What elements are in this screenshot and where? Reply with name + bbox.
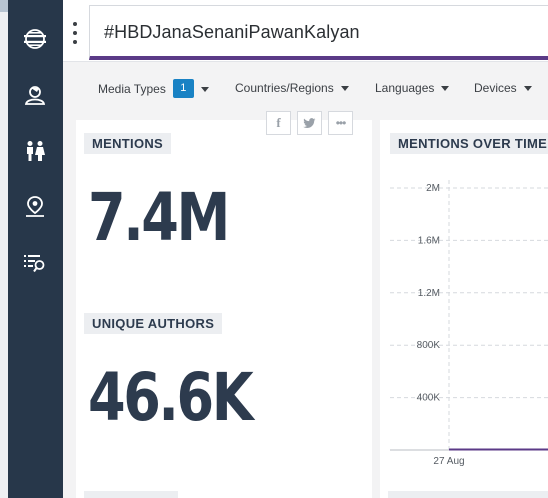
filter-bar: Media Types 1 Countries/Regions Language… xyxy=(63,63,548,113)
y-tick-label: 400K xyxy=(417,393,441,404)
more-share-button[interactable]: ••• xyxy=(328,111,353,135)
edge-notch xyxy=(0,0,8,12)
x-tick-label: 27 Aug xyxy=(433,456,464,467)
search-input[interactable]: #HBDJanaSenaniPawanKalyan xyxy=(89,5,548,60)
stack-globe-icon[interactable] xyxy=(22,26,48,52)
unique-authors-value: 46.6K xyxy=(88,359,254,436)
twitter-icon xyxy=(303,117,316,128)
chevron-down-icon xyxy=(441,86,450,91)
y-tick-label: 1.2M xyxy=(418,288,440,299)
app-root: #HBDJanaSenaniPawanKalyan Media Types 1 … xyxy=(0,0,548,498)
search-header: #HBDJanaSenaniPawanKalyan xyxy=(63,0,548,62)
media-types-label: Media Types xyxy=(98,81,166,96)
kebab-menu-icon[interactable] xyxy=(72,22,78,44)
unique-authors-label: UNIQUE AUTHORS xyxy=(84,313,223,334)
mentions-value: 7.4M xyxy=(88,179,230,256)
demographics-icon[interactable] xyxy=(22,138,48,164)
countries-regions-dropdown[interactable]: Countries/Regions xyxy=(235,81,349,95)
countries-regions-label: Countries/Regions xyxy=(235,81,334,95)
user-profile-icon[interactable] xyxy=(22,82,48,108)
search-query-text: #HBDJanaSenaniPawanKalyan xyxy=(104,22,360,42)
more-icon: ••• xyxy=(335,116,347,130)
chevron-down-icon xyxy=(200,86,209,92)
sidebar xyxy=(8,0,63,498)
list-search-icon[interactable] xyxy=(22,250,48,276)
y-tick-label: 1.6M xyxy=(418,235,440,246)
facebook-icon: f xyxy=(276,115,281,130)
devices-label: Devices xyxy=(474,81,517,95)
mentions-label: MENTIONS xyxy=(84,133,172,154)
chevron-down-icon xyxy=(523,86,532,91)
chevron-down-icon xyxy=(340,86,349,91)
location-pin-icon[interactable] xyxy=(22,194,48,220)
y-tick-label: 800K xyxy=(417,340,441,351)
media-types-count-badge: 1 xyxy=(172,79,194,98)
mentions-over-time-panel: MENTIONS OVER TIME 2M 1.6M 1.2M 800K 400K 27 … xyxy=(380,120,548,498)
languages-label: Languages xyxy=(375,81,435,95)
media-types-dropdown[interactable]: Media Types 1 xyxy=(98,79,209,98)
mentions-over-time-chart: 2M 1.6M 1.2M 800K 400K 27 Aug xyxy=(390,180,548,467)
metrics-panel: MENTIONS 7.4M UNIQUE AUTHORS 46.6K xyxy=(76,120,372,498)
twitter-share-button[interactable] xyxy=(297,111,322,135)
y-tick-label: 2M xyxy=(426,183,440,194)
facebook-share-button[interactable]: f xyxy=(266,111,291,135)
left-edge-strip xyxy=(0,0,8,498)
languages-dropdown[interactable]: Languages xyxy=(375,81,450,95)
next-card-header xyxy=(388,491,548,498)
devices-dropdown[interactable]: Devices xyxy=(474,81,532,95)
next-card-header xyxy=(84,491,178,498)
